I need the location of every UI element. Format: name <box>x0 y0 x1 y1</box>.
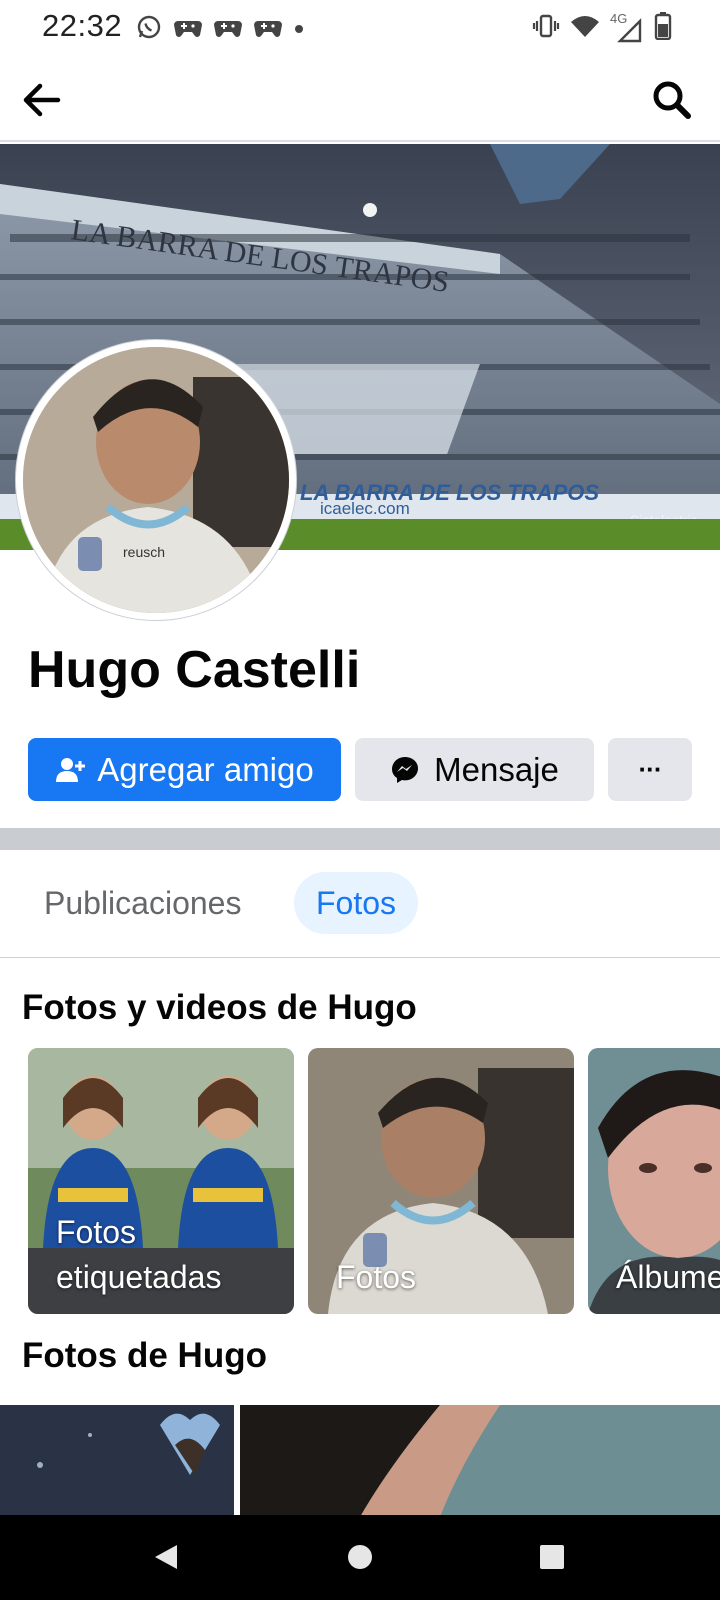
whatsapp-icon <box>136 14 162 45</box>
photo-tile[interactable] <box>240 1405 720 1517</box>
status-notification-icons <box>136 14 304 45</box>
home-circle-icon <box>348 1545 372 1569</box>
system-navigation-bar <box>0 1515 720 1600</box>
game-controller-icon <box>214 15 242 44</box>
system-back-button[interactable] <box>144 1535 188 1579</box>
add-friend-label: Agregar amigo <box>97 750 314 788</box>
back-button[interactable] <box>20 78 64 122</box>
profile-tabs: Publicaciones Fotos <box>0 850 720 958</box>
albums-section-title: Fotos y videos de Hugo <box>22 988 417 1027</box>
vibrate-icon <box>532 13 560 44</box>
more-options-button[interactable]: ··· <box>608 738 692 801</box>
album-card-albums[interactable]: Álbumes <box>588 1048 720 1314</box>
game-controller-icon <box>254 15 282 44</box>
profile-photo-image: reusch <box>23 347 289 613</box>
game-controller-icon <box>174 15 202 44</box>
message-label: Mensaje <box>434 750 559 788</box>
search-button[interactable] <box>650 78 694 122</box>
album-label: Fotos <box>336 1259 417 1295</box>
profile-picture[interactable]: reusch <box>16 340 296 620</box>
album-card-photos[interactable]: Fotos <box>308 1048 574 1314</box>
messenger-icon <box>392 756 419 783</box>
add-friend-button[interactable]: Agregar amigo <box>28 738 341 801</box>
system-recents-button[interactable] <box>530 1535 574 1579</box>
wifi-icon <box>570 13 600 44</box>
album-label: Fotos etiquetadas <box>56 1214 222 1295</box>
svg-text:reusch: reusch <box>123 544 165 560</box>
add-friend-icon <box>56 757 86 782</box>
photos-section-title: Fotos de Hugo <box>22 1336 267 1375</box>
section-divider <box>0 828 720 850</box>
dot-icon <box>294 21 304 39</box>
album-card-tagged[interactable]: Fotos etiquetadas <box>28 1048 294 1314</box>
tab-fotos[interactable]: Fotos <box>294 872 419 934</box>
system-home-button[interactable] <box>338 1535 382 1579</box>
message-button[interactable]: Mensaje <box>355 738 594 801</box>
back-triangle-icon <box>155 1545 177 1569</box>
photo-thumbnail <box>0 1405 234 1517</box>
status-time: 22:32 <box>42 8 123 43</box>
battery-icon <box>654 12 672 45</box>
signal-icon: 4G <box>610 11 644 43</box>
top-navigation-bar <box>0 56 720 142</box>
profile-name: Hugo Castelli <box>28 641 361 699</box>
tab-publicaciones[interactable]: Publicaciones <box>22 872 263 934</box>
photo-thumbnail <box>240 1405 720 1517</box>
recents-square-icon <box>540 1545 564 1569</box>
cover-sponsor-text: icaelec.com <box>320 499 410 518</box>
album-label: Álbumes <box>616 1259 720 1295</box>
photo-tile[interactable] <box>0 1405 234 1517</box>
search-icon <box>653 81 691 119</box>
status-bar: 22:32 4G <box>0 0 720 56</box>
arrow-left-icon <box>23 83 61 117</box>
more-dots-icon: ··· <box>638 754 663 784</box>
status-system-icons: 4G <box>532 11 672 45</box>
